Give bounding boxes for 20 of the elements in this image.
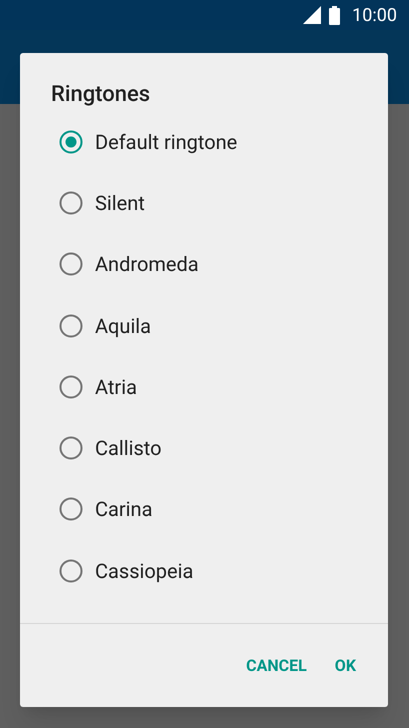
ringtone-option[interactable]: Atria bbox=[20, 356, 388, 418]
radio-button[interactable] bbox=[59, 374, 83, 399]
radio-button[interactable] bbox=[59, 314, 83, 338]
ringtone-option[interactable]: Carina bbox=[20, 478, 388, 540]
radio-button[interactable] bbox=[59, 558, 83, 583]
radio-button[interactable] bbox=[59, 252, 83, 276]
battery-icon bbox=[329, 6, 340, 24]
ringtone-option[interactable]: Aquila bbox=[20, 294, 388, 356]
ringtone-option[interactable]: Callisto bbox=[20, 417, 388, 479]
ringtone-option[interactable]: Cassiopeia bbox=[20, 540, 388, 602]
clock-time: 10:00 bbox=[352, 4, 397, 28]
radio-button[interactable] bbox=[59, 130, 83, 154]
signal-icon bbox=[303, 6, 322, 24]
ringtone-option[interactable]: Silent bbox=[20, 172, 388, 234]
radio-button[interactable] bbox=[59, 436, 83, 460]
ringtone-option[interactable]: Andromeda bbox=[20, 234, 388, 295]
radio-button[interactable] bbox=[59, 190, 83, 215]
dialog-title: Ringtones bbox=[50, 81, 150, 109]
radio-button[interactable] bbox=[59, 497, 83, 522]
ringtone-option[interactable]: Default ringtone bbox=[20, 111, 388, 172]
